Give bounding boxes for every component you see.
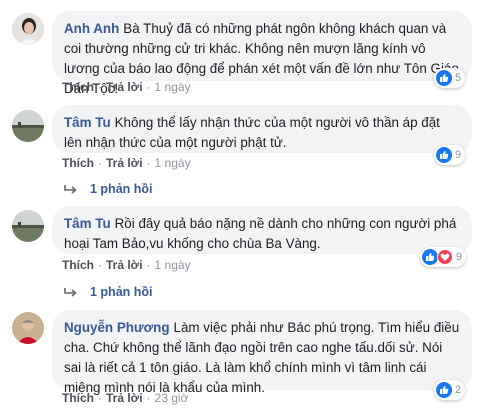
like-reaction-icon	[436, 147, 452, 163]
reaction-count: 2	[455, 384, 462, 396]
reply-link[interactable]: Trả lời	[106, 80, 143, 94]
separator-dot: ·	[146, 258, 151, 272]
comment-author[interactable]: Anh Anh	[64, 21, 119, 36]
comment-author[interactable]: Tâm Tu	[64, 216, 111, 231]
reaction-summary[interactable]: 9	[420, 247, 467, 267]
separator-dot: ·	[98, 391, 102, 405]
replies-count-label: 1 phản hồi	[90, 182, 153, 196]
comment-text: Rồi đây quả báo nặng nề dành cho những c…	[64, 216, 457, 251]
comment-author[interactable]: Nguyễn Phương	[64, 320, 170, 335]
view-replies-link[interactable]: 1 phản hồi	[64, 285, 153, 299]
reply-link[interactable]: Trả lời	[106, 156, 143, 170]
comment-text: Không thể lấy nhận thức của một người vô…	[64, 115, 440, 150]
separator-dot: ·	[146, 156, 151, 170]
reply-link[interactable]: Trả lời	[106, 391, 143, 405]
avatar[interactable]	[12, 210, 44, 242]
reaction-count: 5	[455, 72, 462, 84]
like-reaction-icon	[436, 382, 452, 398]
separator-dot: ·	[146, 391, 151, 405]
comment-actions: Thích · Trả lời · 1 ngày	[62, 80, 191, 94]
comment-actions: Thích · Trả lời · 1 ngày	[62, 156, 191, 170]
reaction-summary[interactable]: 2	[434, 380, 466, 400]
comment-bubble: Tâm Tu Rồi đây quả báo nặng nề dành cho n…	[52, 206, 472, 254]
separator-dot: ·	[98, 80, 102, 94]
view-replies-link[interactable]: 1 phản hồi	[64, 182, 153, 196]
comment-actions: Thích · Trả lời · 23 giờ	[62, 391, 188, 405]
avatar[interactable]	[12, 312, 44, 344]
comment-timestamp[interactable]: 1 ngày	[155, 156, 191, 170]
comment-timestamp[interactable]: 1 ngày	[155, 80, 191, 94]
avatar[interactable]	[12, 110, 44, 142]
avatar-landscape-icon	[12, 110, 44, 142]
replies-count-label: 1 phản hồi	[90, 285, 153, 299]
reaction-summary[interactable]: 9	[434, 145, 466, 165]
reaction-count: 9	[456, 251, 463, 263]
avatar-photo-icon	[12, 13, 44, 45]
reply-arrow-icon	[64, 185, 77, 194]
avatar[interactable]	[12, 13, 44, 45]
like-link[interactable]: Thích	[62, 80, 94, 94]
comment-actions: Thích · Trả lời · 1 ngày	[62, 258, 191, 272]
comment-bubble: Nguyễn Phương Làm việc phải như Bác phú t…	[52, 310, 472, 395]
like-link[interactable]: Thích	[62, 391, 94, 405]
avatar-photo-icon	[12, 312, 44, 344]
comment-bubble: Tâm Tu Không thể lấy nhận thức của một ng…	[52, 105, 472, 153]
reply-link[interactable]: Trả lời	[106, 258, 143, 272]
separator-dot: ·	[146, 80, 151, 94]
like-link[interactable]: Thích	[62, 156, 94, 170]
like-reaction-icon	[436, 70, 452, 86]
like-link[interactable]: Thích	[62, 258, 94, 272]
like-reaction-icon	[422, 249, 438, 265]
comment-bubble: Anh Anh Bà Thuỷ đã có những phát ngôn khô…	[52, 11, 472, 96]
comment-author[interactable]: Tâm Tu	[64, 115, 111, 130]
separator-dot: ·	[98, 258, 102, 272]
reaction-count: 9	[455, 149, 462, 161]
comment-timestamp[interactable]: 23 giờ	[155, 391, 189, 405]
separator-dot: ·	[98, 156, 102, 170]
avatar-landscape-icon	[12, 210, 44, 242]
reaction-summary[interactable]: 5	[434, 68, 466, 88]
comment-timestamp[interactable]: 1 ngày	[155, 258, 191, 272]
love-reaction-icon	[437, 249, 453, 265]
reply-arrow-icon	[64, 288, 77, 297]
